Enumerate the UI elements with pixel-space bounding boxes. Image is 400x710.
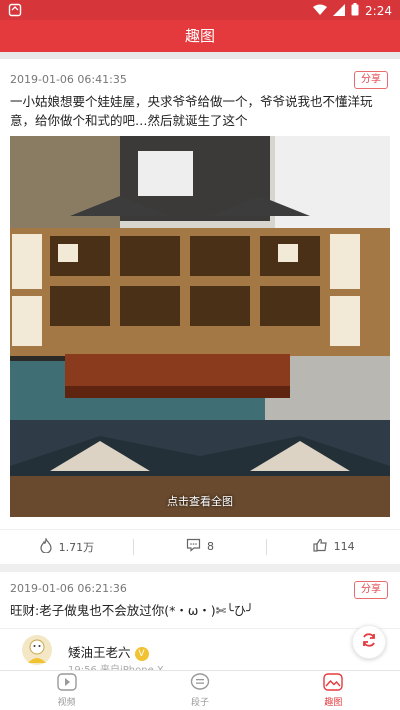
fire-icon [39, 536, 53, 556]
post-text: 旺财:老子做鬼也不会放过你(*・ω・)✄╰ひ╯ [10, 603, 254, 618]
wifi-icon [313, 4, 328, 19]
post-card[interactable]: 2019-01-06 06:41:35 分享 一小姑娘想要个娃娃屋，央求爷爷给做… [0, 59, 400, 564]
post-actions: 1.71万 8 114 [0, 529, 400, 563]
dollhouse-photo [10, 136, 390, 517]
play-icon [56, 673, 77, 694]
avatar[interactable] [22, 635, 52, 665]
image-icon [323, 673, 344, 694]
clock: 2:24 [365, 4, 392, 18]
thumbs-up-count: 114 [333, 540, 355, 553]
refresh-icon [360, 631, 378, 653]
comment-count: 8 [207, 540, 214, 553]
app-notification-icon [8, 3, 22, 20]
header-divider [0, 52, 400, 59]
post-image[interactable]: 点击查看全图 [10, 136, 390, 517]
tab-label: 段子 [190, 698, 209, 708]
post-text-line-2: 意，给你做个和式的吧…然后就诞生了这个 [10, 113, 248, 128]
comment-action[interactable]: 8 [134, 530, 267, 563]
post-timestamp: 2019-01-06 06:21:36 [10, 582, 127, 595]
post-card[interactable]: 2019-01-06 06:21:36 分享 旺财:老子做鬼也不会放过你(*・ω… [0, 572, 400, 676]
signal-icon [333, 3, 346, 19]
tab-label: 趣图 [324, 698, 343, 708]
status-bar: 2:24 [0, 0, 400, 20]
chat-icon [190, 673, 210, 694]
post-text-line-1: 一小姑娘想要个娃娃屋，央求爷爷给做一个，爷爷说我也不懂洋玩 [10, 94, 373, 109]
crown-badge-icon: V [134, 646, 149, 661]
author-row[interactable]: 矮油王老六V 19:56 来自iPhone X [0, 628, 400, 676]
refresh-button[interactable] [352, 625, 386, 659]
tab-jokes[interactable]: 段子 [133, 671, 266, 710]
tab-video[interactable]: 视频 [0, 671, 133, 710]
thumbs-up-icon [313, 538, 328, 555]
like-count: 1.71万 [58, 540, 95, 554]
tab-label: 视频 [57, 698, 76, 708]
view-full-image-caption[interactable]: 点击查看全图 [10, 493, 390, 509]
bottom-tab-bar: 视频 段子 趣图 [0, 670, 400, 710]
thumbs-up-action[interactable]: 114 [267, 530, 400, 563]
comment-icon [186, 538, 201, 555]
battery-icon [351, 3, 359, 19]
share-button[interactable]: 分享 [354, 71, 388, 89]
page-title: 趣图 [0, 20, 400, 52]
tab-funny-pics[interactable]: 趣图 [267, 671, 400, 710]
share-button[interactable]: 分享 [354, 581, 388, 599]
like-action[interactable]: 1.71万 [0, 530, 133, 563]
author-name[interactable]: 矮油王老六 V [68, 642, 149, 661]
post-timestamp: 2019-01-06 06:41:35 [10, 73, 127, 86]
author-name-text: 矮油王老六 [68, 645, 131, 660]
